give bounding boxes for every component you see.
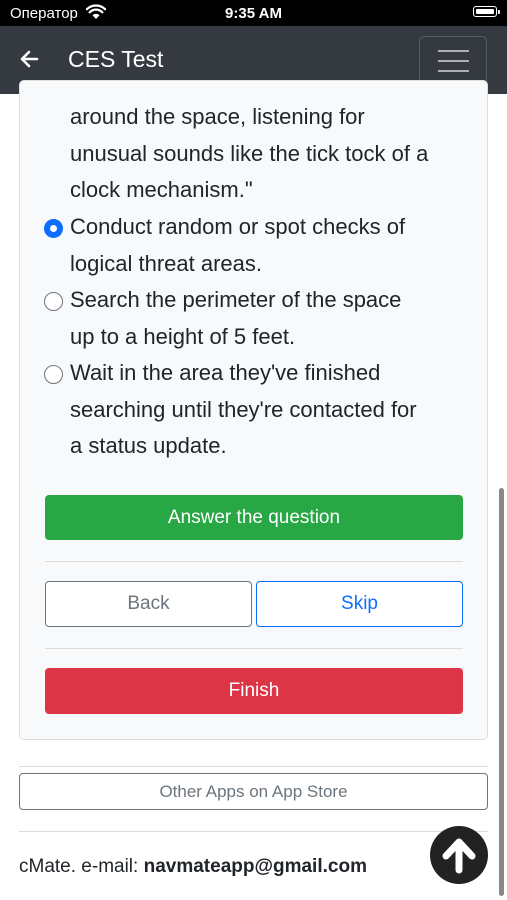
footer-prefix: cMate. e-mail: xyxy=(19,856,144,877)
option-line: logical threat areas. xyxy=(70,250,262,276)
divider xyxy=(45,648,463,649)
back-arrow-icon[interactable] xyxy=(18,48,40,70)
other-apps-button[interactable]: Other Apps on App Store xyxy=(19,773,488,810)
option-line: a status update. xyxy=(70,433,227,458)
radio-unchecked-icon[interactable] xyxy=(44,365,63,384)
status-bar: Оператор 9:35 AM xyxy=(0,0,507,26)
divider xyxy=(19,766,488,767)
question-line: clock mechanism." xyxy=(70,177,253,202)
answer-button[interactable]: Answer the question xyxy=(45,495,463,540)
scroll-to-top-button[interactable] xyxy=(430,826,488,884)
battery-icon xyxy=(473,6,500,17)
question-line: around the space, listening for xyxy=(70,104,365,129)
divider xyxy=(45,561,463,562)
question-text: around the space, listening for unusual … xyxy=(70,99,480,209)
option-line: Conduct random or spot checks of xyxy=(70,214,406,239)
arrow-up-circle-icon xyxy=(442,838,476,874)
option-line: Search the perimeter of the space xyxy=(70,287,402,312)
option-line: searching until they're contacted for xyxy=(70,396,417,422)
radio-unchecked-icon[interactable] xyxy=(44,292,63,311)
page-title: CES Test xyxy=(68,46,164,72)
footer-contact: cMate. e-mail: navmateapp@gmail.com xyxy=(19,856,367,878)
option-line: Wait in the area they've finished xyxy=(70,360,381,385)
hamburger-menu-icon[interactable] xyxy=(419,36,487,84)
status-time: 9:35 AM xyxy=(225,5,282,22)
option-line: up to a height of 5 feet. xyxy=(70,323,296,349)
radio-checked-icon[interactable] xyxy=(44,219,63,238)
question-line: unusual sounds like the tick tock of a xyxy=(70,140,429,166)
scrollbar[interactable] xyxy=(499,488,504,896)
skip-button[interactable]: Skip xyxy=(256,581,463,627)
finish-button[interactable]: Finish xyxy=(45,668,463,714)
divider xyxy=(19,831,488,832)
contact-email[interactable]: navmateapp@gmail.com xyxy=(144,856,367,877)
back-button[interactable]: Back xyxy=(45,581,252,627)
